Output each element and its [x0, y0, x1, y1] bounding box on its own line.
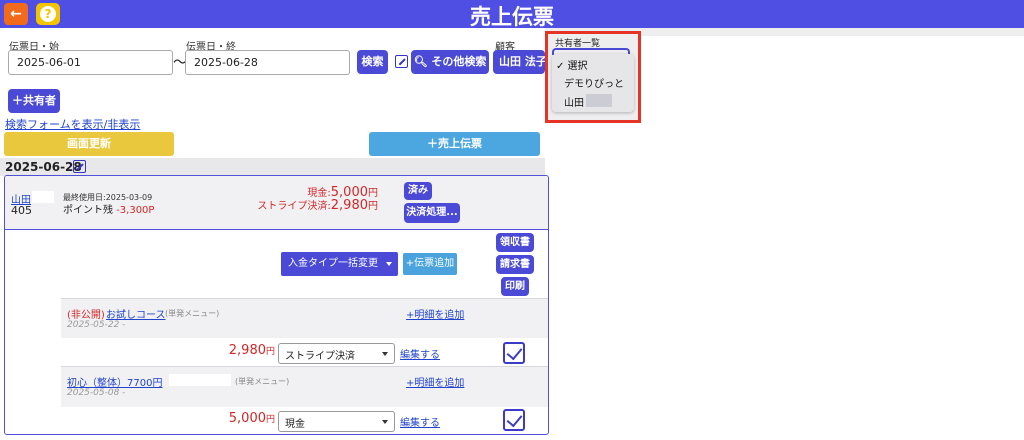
payment-summary-stripe: ストライプ決済:2,980円	[257, 197, 378, 213]
item-price: 5,000円	[205, 411, 275, 426]
points-value: -3,300P	[116, 205, 155, 216]
payment-process-button[interactable]: 決済処理...	[404, 203, 460, 223]
other-search-button[interactable]: 🔍︎ その他検索	[411, 50, 489, 74]
add-detail-link[interactable]: +明細を追加	[406, 374, 464, 389]
points-balance: ポイント残 -3,300P	[63, 201, 154, 216]
item-date: 2025-05-08 -	[67, 388, 126, 398]
search-button[interactable]: 検索	[357, 50, 388, 74]
toggle-search-form-link[interactable]: 検索フォームを表示/非表示	[5, 116, 140, 132]
add-sharer-button[interactable]: ＋共有者	[8, 89, 60, 113]
item-checkbox[interactable]	[503, 342, 525, 364]
invoice-button[interactable]: 請求書	[496, 255, 534, 274]
price-unit: 円	[265, 347, 275, 357]
item-kind: (単発メニュー)	[165, 309, 220, 318]
item-date: 2025-05-22 -	[67, 320, 126, 330]
item-name-link[interactable]: お試しコース	[106, 306, 166, 321]
redacted-block	[32, 191, 54, 203]
bulk-payment-type-select[interactable]: 入金タイプ一括変更	[281, 252, 398, 276]
customer-select[interactable]: 山田 法子	[493, 50, 545, 74]
payment-label: ストライプ決済:	[257, 201, 331, 212]
edit-date-icon[interactable]	[73, 160, 86, 173]
item-kind: (単発メニュー)	[235, 377, 290, 386]
done-button[interactable]: 済み	[404, 182, 432, 200]
add-sales-slip-button[interactable]: ＋売上伝票	[369, 132, 540, 156]
payment-amount: 2,980	[330, 198, 368, 213]
other-search-label: その他検索	[431, 55, 487, 68]
print-button[interactable]: 印刷	[501, 277, 529, 296]
date-to-input[interactable]: 2025-06-28	[185, 50, 350, 75]
page-title: 売上伝票	[470, 5, 554, 29]
divider	[61, 298, 548, 299]
item-checkbox[interactable]	[503, 409, 525, 431]
slip-panel: 山田 405 最終使用日:2025-03-09 ポイント残 -3,300P 現金…	[4, 175, 549, 435]
payment-unit: 円	[368, 201, 378, 212]
date-from-input[interactable]: 2025-06-01	[8, 50, 173, 75]
item-price: 2,980円	[205, 343, 275, 358]
refresh-button[interactable]: 画面更新	[4, 132, 174, 156]
price-unit: 円	[265, 415, 275, 425]
private-tag: (非公開)	[67, 310, 105, 321]
edit-item-link[interactable]: 編集する	[400, 346, 440, 361]
edit-item-link[interactable]: 編集する	[400, 414, 440, 429]
highlight-box	[545, 31, 641, 123]
edit-icon[interactable]	[395, 55, 408, 68]
redacted-block	[169, 374, 231, 386]
search-icon: 🔍︎	[413, 55, 428, 68]
receipt-button[interactable]: 領収書	[496, 233, 534, 252]
add-slip-small-button[interactable]: +伝票追加	[403, 253, 457, 275]
price-amount: 2,980	[228, 343, 266, 358]
group-date: 2025-06-28	[5, 160, 82, 174]
add-detail-link[interactable]: +明細を追加	[406, 306, 464, 321]
payment-type-select[interactable]: ストライプ決済	[278, 343, 395, 364]
slip-panel-header: 山田 405 最終使用日:2025-03-09 ポイント残 -3,300P 現金…	[5, 176, 548, 230]
payment-type-select[interactable]: 現金	[278, 411, 395, 432]
points-label: ポイント残	[63, 205, 113, 216]
customer-id: 405	[11, 204, 32, 217]
item-name-link[interactable]: 初心（整体）7700円	[67, 374, 162, 389]
price-amount: 5,000	[228, 411, 266, 426]
top-bar: ← ? 売上伝票	[0, 0, 1024, 29]
